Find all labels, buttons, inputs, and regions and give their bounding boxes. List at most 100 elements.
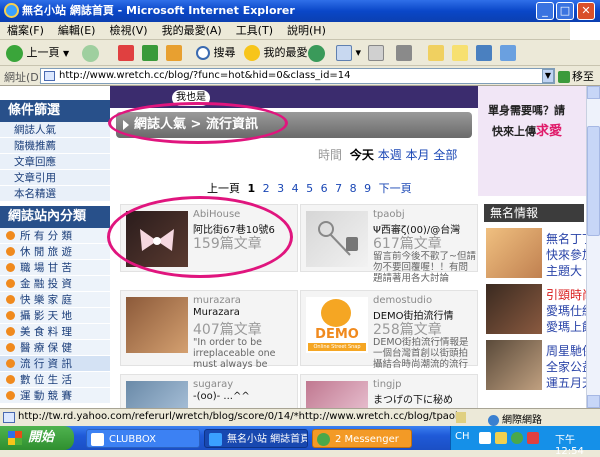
news-item-3-line-3[interactable]: 運五月天: [546, 374, 586, 391]
vertical-scrollbar[interactable]: [586, 86, 600, 408]
news-item-2-line-2[interactable]: 愛瑪仕絲: [546, 302, 586, 319]
scroll-up-button[interactable]: [587, 86, 600, 99]
extra-button[interactable]: [476, 43, 492, 63]
address-input[interactable]: http://www.wretch.cc/blog/?func=hot&hid=…: [40, 68, 555, 84]
blog-author[interactable]: sugaray: [193, 379, 233, 390]
news-item-3-line-2[interactable]: 全家公益: [546, 358, 586, 375]
taskbar-browser-window[interactable]: 無名小站 網誌首頁: [204, 429, 308, 448]
edit-button[interactable]: [396, 43, 412, 63]
window-title-bar[interactable]: 無名小站 網誌首頁 - Microsoft Internet Explorer: [0, 0, 600, 22]
search-button[interactable]: 搜尋: [196, 43, 236, 63]
blog-title[interactable]: Murazara: [193, 307, 297, 318]
blog-thumbnail[interactable]: [126, 297, 188, 353]
favorites-button[interactable]: 我的最愛: [244, 43, 308, 63]
pager-page[interactable]: 9: [364, 182, 371, 195]
sidebar-filter-popularity[interactable]: 網誌人氣: [0, 122, 110, 138]
pager-page[interactable]: 5: [306, 182, 313, 195]
tray-icon-2[interactable]: [495, 432, 507, 444]
language-indicator[interactable]: CH: [455, 431, 470, 442]
news-thumbnail[interactable]: [486, 340, 542, 390]
pager-page[interactable]: 4: [292, 182, 299, 195]
messenger-button[interactable]: [428, 43, 444, 63]
back-button[interactable]: 上一頁 ▼: [6, 43, 69, 63]
refresh-button[interactable]: [142, 43, 158, 63]
pager-prev[interactable]: 上一頁: [207, 182, 240, 195]
minimize-button[interactable]: _: [536, 2, 554, 20]
history-button[interactable]: [308, 43, 325, 63]
pager-page[interactable]: 3: [277, 182, 284, 195]
start-button[interactable]: 開始: [0, 426, 74, 450]
taskbar-clubbox[interactable]: CLUBBOX: [86, 429, 200, 448]
pager-page[interactable]: 2: [263, 182, 270, 195]
blog-card[interactable]: sugaray -(oo)- ...^^: [120, 374, 298, 408]
blog-card[interactable]: tpaobj Ψ西審ζ(00)/@台灣 617篇文章 留言前今後不歡了~但請勿不…: [300, 204, 478, 284]
sidebar-filter-random[interactable]: 隨機推薦: [0, 138, 110, 154]
blog-card[interactable]: DEMO Online Street Snap demostudio DEMO街…: [300, 290, 478, 370]
news-item-1-line-3[interactable]: 主題大: [546, 262, 582, 279]
blog-title[interactable]: -(oo)- ...^^: [193, 391, 297, 402]
sidebar-category[interactable]: 快 樂 家 庭: [0, 292, 110, 308]
news-item-2-line-1[interactable]: 引頸時尚: [546, 286, 586, 303]
blog-card[interactable]: tingjp まつげの下に秘め: [300, 374, 478, 408]
blog-author[interactable]: tpaobj: [373, 209, 405, 220]
time-filter-today[interactable]: 今天: [350, 148, 374, 162]
blog-author[interactable]: demostudio: [373, 295, 432, 306]
home-button[interactable]: [166, 43, 182, 63]
news-item-1-line-2[interactable]: 快來參加: [546, 246, 586, 263]
sidebar-category-active[interactable]: 流 行 資 訊: [0, 356, 110, 372]
blog-title[interactable]: まつげの下に秘め: [373, 391, 477, 406]
sidebar-filter-trackbacks[interactable]: 文章引用: [0, 170, 110, 186]
blog-author[interactable]: tingjp: [373, 379, 402, 390]
extra-button-2[interactable]: [500, 43, 516, 63]
news-item-3-line-1[interactable]: 周星馳保: [546, 342, 586, 359]
blog-card[interactable]: murazara Murazara 407篇文章 "In order to be…: [120, 290, 298, 370]
sidebar-category[interactable]: 醫 療 保 健: [0, 340, 110, 356]
scroll-down-button[interactable]: [587, 395, 600, 408]
menu-edit[interactable]: 編輯(E): [51, 22, 103, 40]
research-button[interactable]: [452, 43, 468, 63]
tray-icon-4[interactable]: [527, 432, 539, 444]
news-thumbnail[interactable]: [486, 228, 542, 278]
sidebar-category[interactable]: 美 食 料 理: [0, 324, 110, 340]
menu-tools[interactable]: 工具(T): [229, 22, 280, 40]
pager-page[interactable]: 6: [321, 182, 328, 195]
blog-thumbnail[interactable]: DEMO Online Street Snap: [306, 297, 368, 353]
time-filter-all[interactable]: 全部: [433, 148, 457, 162]
menu-favorites[interactable]: 我的最愛(A): [155, 22, 229, 40]
blog-thumbnail[interactable]: [306, 381, 368, 408]
sidebar-category[interactable]: 運 動 競 賽: [0, 388, 110, 404]
maximize-button[interactable]: □: [556, 2, 574, 20]
address-dropdown-button[interactable]: ▼: [542, 69, 554, 83]
go-button[interactable]: 移至: [558, 68, 594, 84]
stop-button[interactable]: [118, 43, 134, 63]
sidebar-category[interactable]: 所 有 分 類: [0, 228, 110, 244]
sidebar-filter-featured[interactable]: 本名精選: [0, 186, 110, 202]
blog-thumbnail[interactable]: [126, 381, 188, 408]
blog-thumbnail[interactable]: [306, 211, 368, 267]
taskbar-messenger[interactable]: 2 Messenger: [312, 429, 412, 448]
pager-page[interactable]: 8: [350, 182, 357, 195]
forward-button[interactable]: [82, 43, 99, 63]
pager-page[interactable]: 7: [335, 182, 342, 195]
sidebar-category[interactable]: 休 閒 旅 遊: [0, 244, 110, 260]
tray-icon-3[interactable]: [511, 432, 523, 444]
news-item-1-line-1[interactable]: 無名丁丁: [546, 230, 586, 247]
news-item-2-line-3[interactable]: 愛瑪上飾: [546, 318, 586, 335]
scroll-thumb[interactable]: [587, 126, 600, 236]
mail-button[interactable]: ▾: [336, 43, 361, 63]
time-filter-week[interactable]: 本週: [378, 148, 402, 162]
sidebar-category[interactable]: 職 場 甘 苦: [0, 260, 110, 276]
menu-help[interactable]: 說明(H): [280, 22, 333, 40]
sidebar-category[interactable]: 攝 影 天 地: [0, 308, 110, 324]
blog-author[interactable]: murazara: [193, 295, 241, 306]
news-thumbnail[interactable]: [486, 284, 542, 334]
pager-next[interactable]: 下一頁: [379, 182, 412, 195]
menu-file[interactable]: 檔案(F): [0, 22, 51, 40]
sidebar-category[interactable]: 金 融 投 資: [0, 276, 110, 292]
close-button[interactable]: ✕: [577, 2, 595, 20]
sidebar-filter-replies[interactable]: 文章回應: [0, 154, 110, 170]
print-button[interactable]: [368, 43, 384, 63]
sidebar-category[interactable]: 數 位 生 活: [0, 372, 110, 388]
tray-icon-1[interactable]: [479, 432, 491, 444]
time-filter-month[interactable]: 本月: [406, 148, 430, 162]
